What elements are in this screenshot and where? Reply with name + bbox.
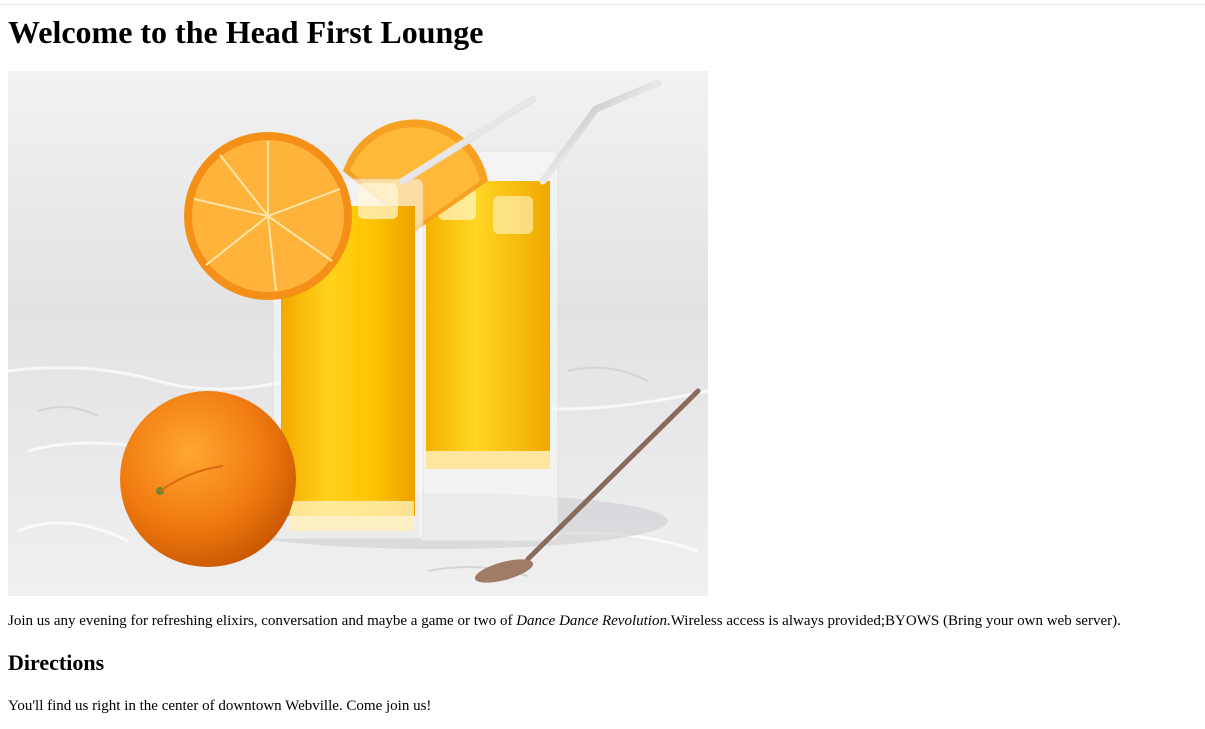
top-rule	[0, 4, 1205, 5]
intro-emphasis: Dance Dance Revolution.	[516, 613, 671, 629]
directions-paragraph: You'll find us right in the center of do…	[8, 698, 432, 714]
hero-image	[8, 71, 708, 596]
intro-text: Join us any evening for refreshing elixi…	[8, 613, 517, 629]
intro-text-after: Wireless access is always provided;BYOWS…	[670, 613, 1121, 629]
intro-paragraph: Join us any evening for refreshing elixi…	[8, 612, 1121, 630]
page-title: Welcome to the Head First Lounge	[8, 14, 484, 50]
directions-heading: Directions	[8, 650, 105, 675]
